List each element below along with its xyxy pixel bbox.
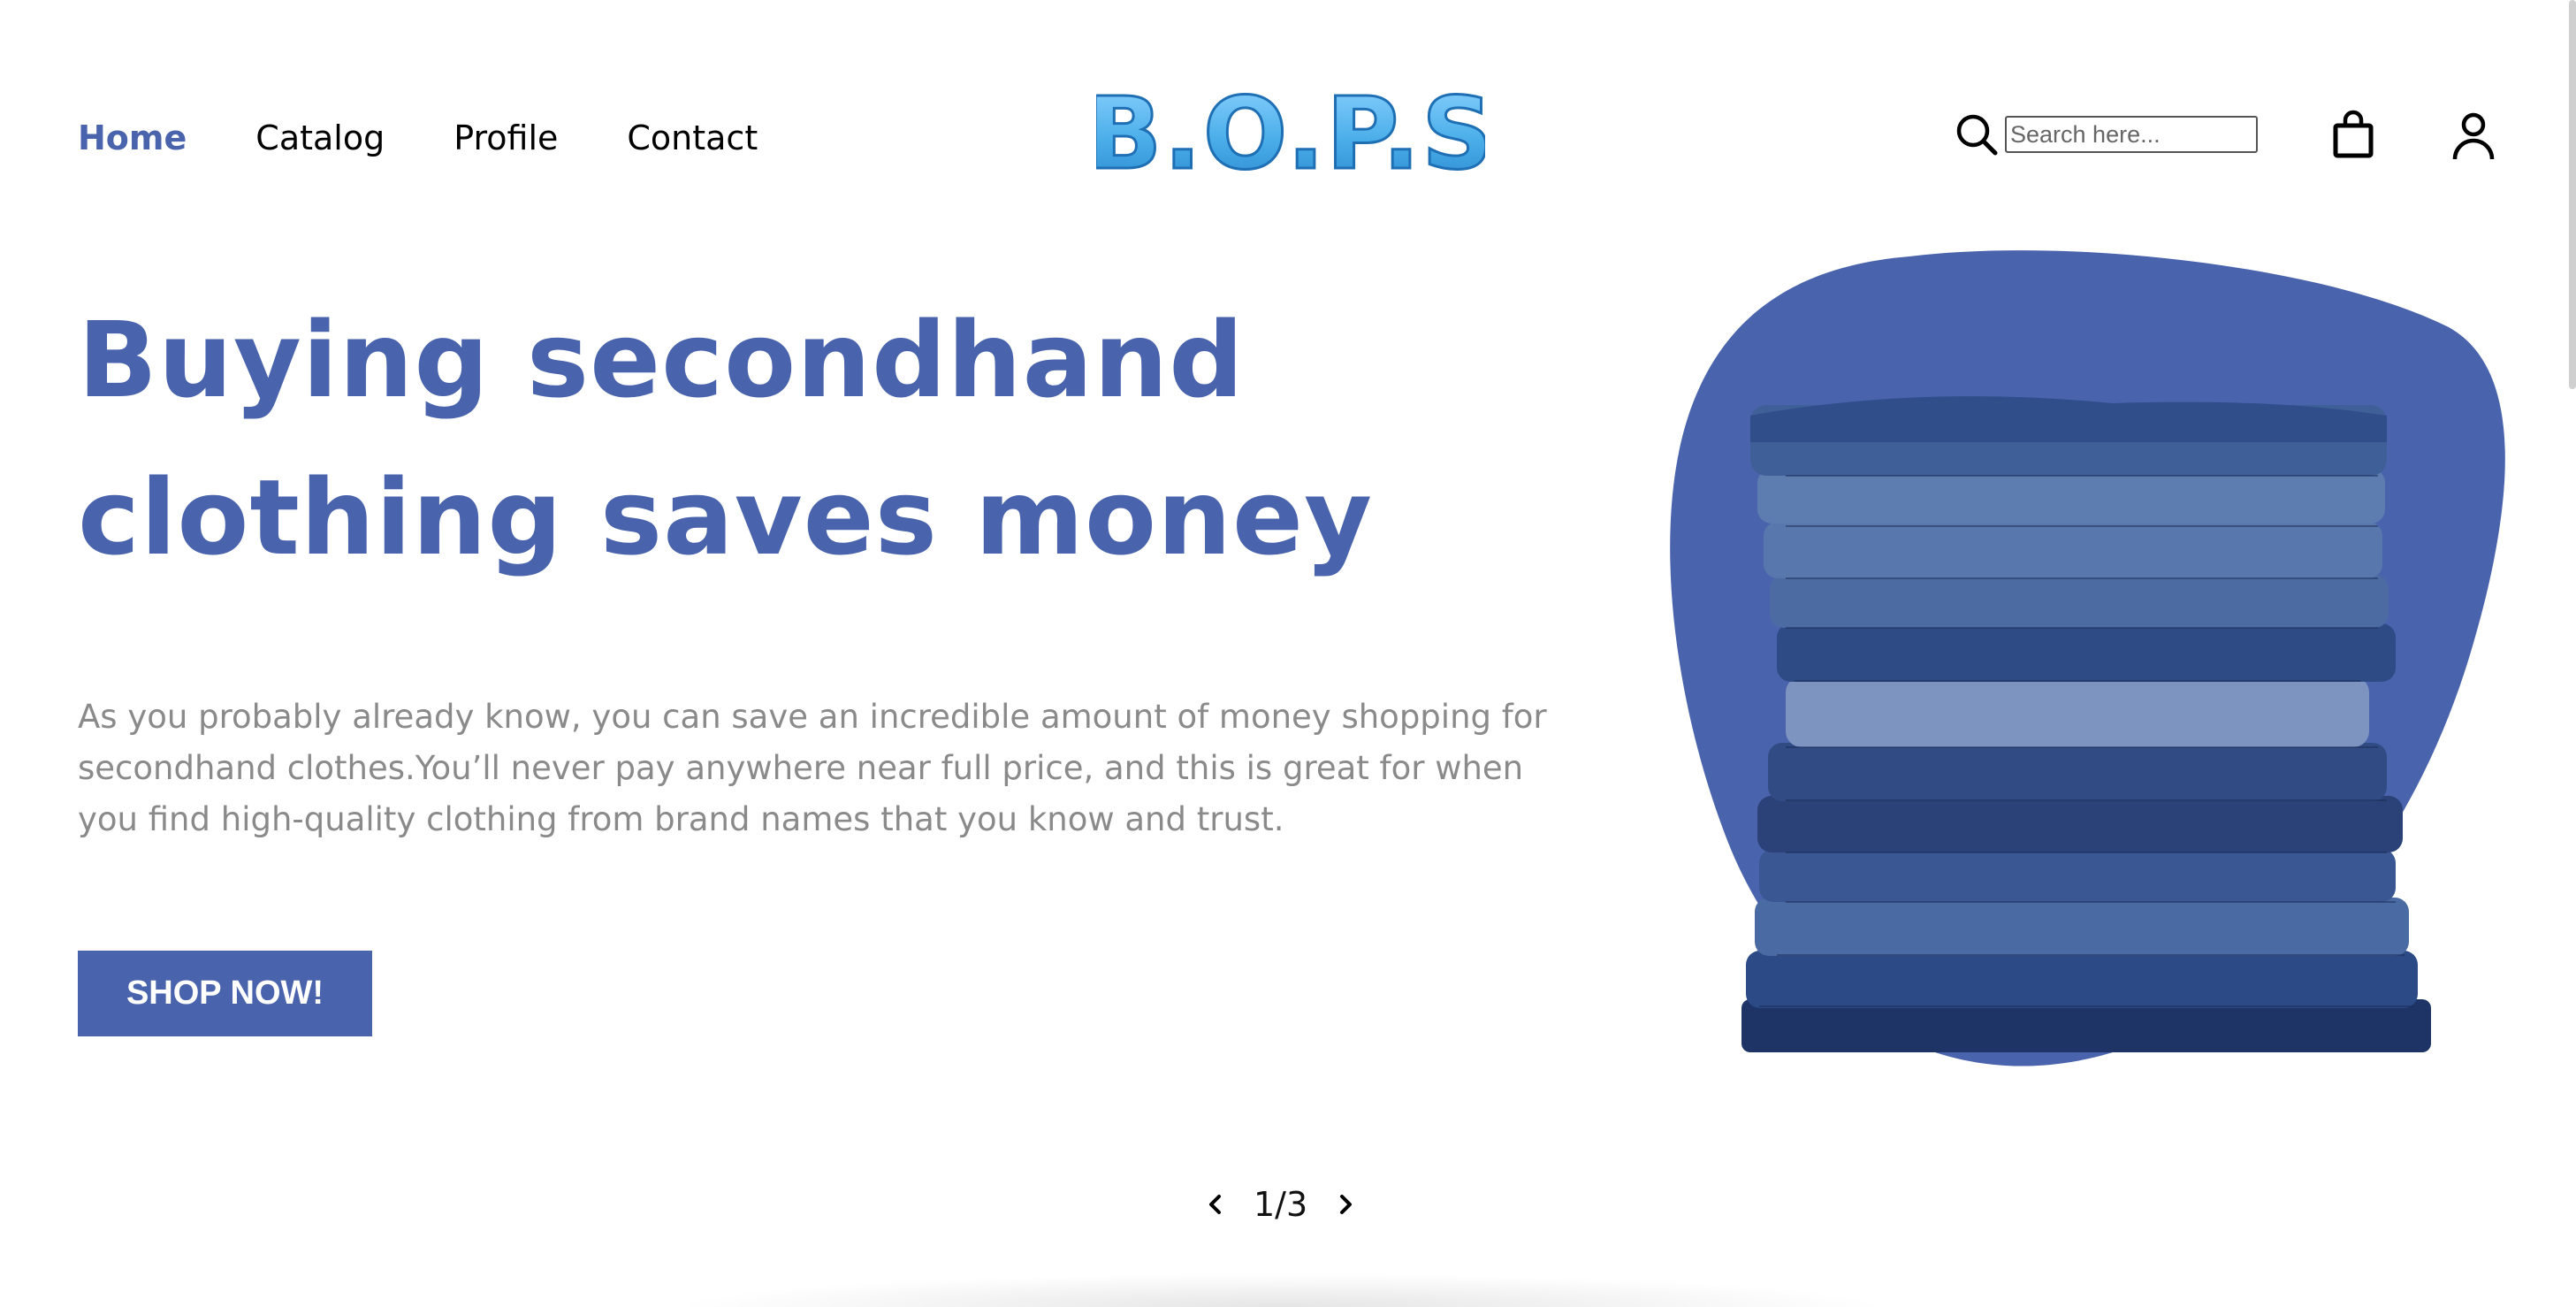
scrollbar[interactable]: [2569, 0, 2576, 389]
nav-profile[interactable]: Profile: [453, 111, 558, 164]
nav-catalog[interactable]: Catalog: [255, 111, 385, 164]
chevron-right-icon[interactable]: [1332, 1191, 1359, 1218]
nav-contact[interactable]: Contact: [627, 111, 758, 164]
page: Home Catalog Profile Contact B.O.P.S Sea…: [0, 0, 2576, 1307]
shopping-bag-icon[interactable]: [2330, 110, 2376, 159]
search-bar: [1954, 111, 2258, 157]
nav-home[interactable]: Home: [78, 111, 187, 164]
hero-jeans-image: [1653, 230, 2511, 1079]
user-icon[interactable]: [2450, 111, 2496, 161]
search-input[interactable]: [2005, 116, 2258, 153]
shop-now-button[interactable]: SHOP NOW!: [78, 951, 372, 1036]
hero-title: Buying secondhand clothing saves money: [78, 299, 1373, 578]
main-nav: Home Catalog Profile Contact: [78, 111, 758, 164]
logo-graphic: B.O.P.S: [1096, 78, 1485, 193]
logo[interactable]: B.O.P.S: [1096, 78, 1485, 193]
chevron-left-icon[interactable]: [1202, 1191, 1229, 1218]
slide-counter: 1/3: [1254, 1185, 1308, 1224]
logo-text: B.O.P.S: [1096, 78, 1485, 192]
hero-description: As you probably already know, you can sa…: [78, 698, 1547, 838]
next-section-shadow: [672, 1273, 1892, 1307]
search-icon[interactable]: [1954, 111, 2000, 157]
carousel-pager: 1/3: [1202, 1185, 1359, 1224]
